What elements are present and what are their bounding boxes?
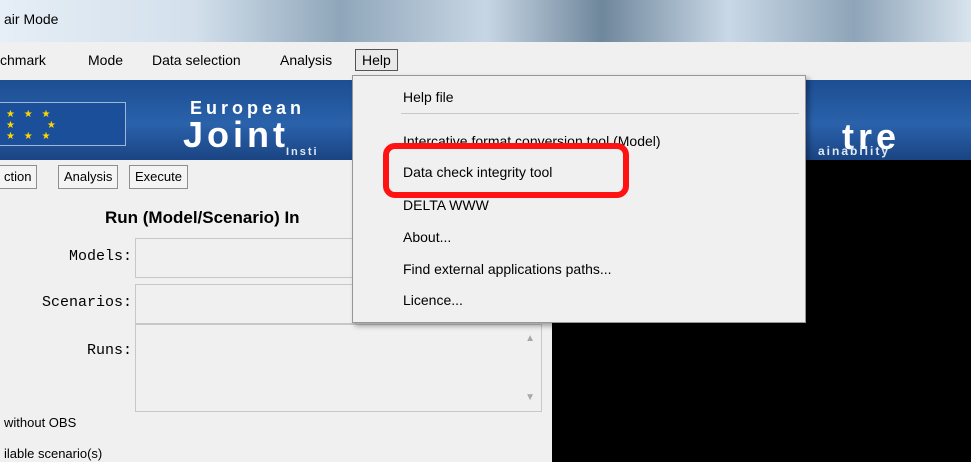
highlight-box xyxy=(383,143,629,198)
menu-item-help-file[interactable]: Help file xyxy=(403,89,454,105)
banner-text-institute: Insti xyxy=(286,146,319,158)
menu-benchmark[interactable]: chmark xyxy=(0,52,46,68)
menu-analysis[interactable]: Analysis xyxy=(280,52,332,68)
banner-text-sustainability: ainability xyxy=(818,144,891,158)
stars-icon: ★ ★ ★ ★ ★ ★ ★ ★ xyxy=(6,109,59,142)
help-dropdown-menu: Help file Intercative format conversion … xyxy=(352,75,806,323)
menu-item-licence[interactable]: Licence... xyxy=(403,292,463,308)
models-field[interactable] xyxy=(135,238,357,278)
banner-text-joint: Joint xyxy=(183,114,289,155)
models-label: Models: xyxy=(68,248,132,265)
runs-label: Runs: xyxy=(86,342,132,359)
menu-item-delta-www[interactable]: DELTA WWW xyxy=(403,197,489,213)
scroll-down-icon[interactable]: ▼ xyxy=(525,392,535,403)
window-title: air Mode xyxy=(4,11,59,27)
tab-selection[interactable]: ction xyxy=(0,165,38,189)
without-obs-label: without OBS xyxy=(4,415,77,430)
scroll-up-icon[interactable]: ▲ xyxy=(525,333,535,344)
panel-title: Run (Model/Scenario) In xyxy=(105,208,300,227)
tab-execute[interactable]: Execute xyxy=(129,165,188,189)
available-scenarios-label: ilable scenario(s) xyxy=(4,446,103,461)
menu-separator xyxy=(401,113,799,114)
menu-mode[interactable]: Mode xyxy=(88,52,123,68)
title-bar: air Mode xyxy=(0,0,971,42)
menu-item-about[interactable]: About... xyxy=(403,229,451,245)
scenarios-label: Scenarios: xyxy=(41,294,132,311)
menu-help[interactable]: Help xyxy=(355,49,398,71)
runs-field[interactable]: ▲ ▼ xyxy=(135,324,542,412)
eu-flag-icon: ★ ★ ★ ★ ★ ★ ★ ★ xyxy=(0,102,126,146)
menu-item-find-external-paths[interactable]: Find external applications paths... xyxy=(403,261,612,277)
scenarios-field[interactable] xyxy=(135,284,357,324)
tab-analysis[interactable]: Analysis xyxy=(58,165,119,189)
menu-data-selection[interactable]: Data selection xyxy=(152,52,241,68)
